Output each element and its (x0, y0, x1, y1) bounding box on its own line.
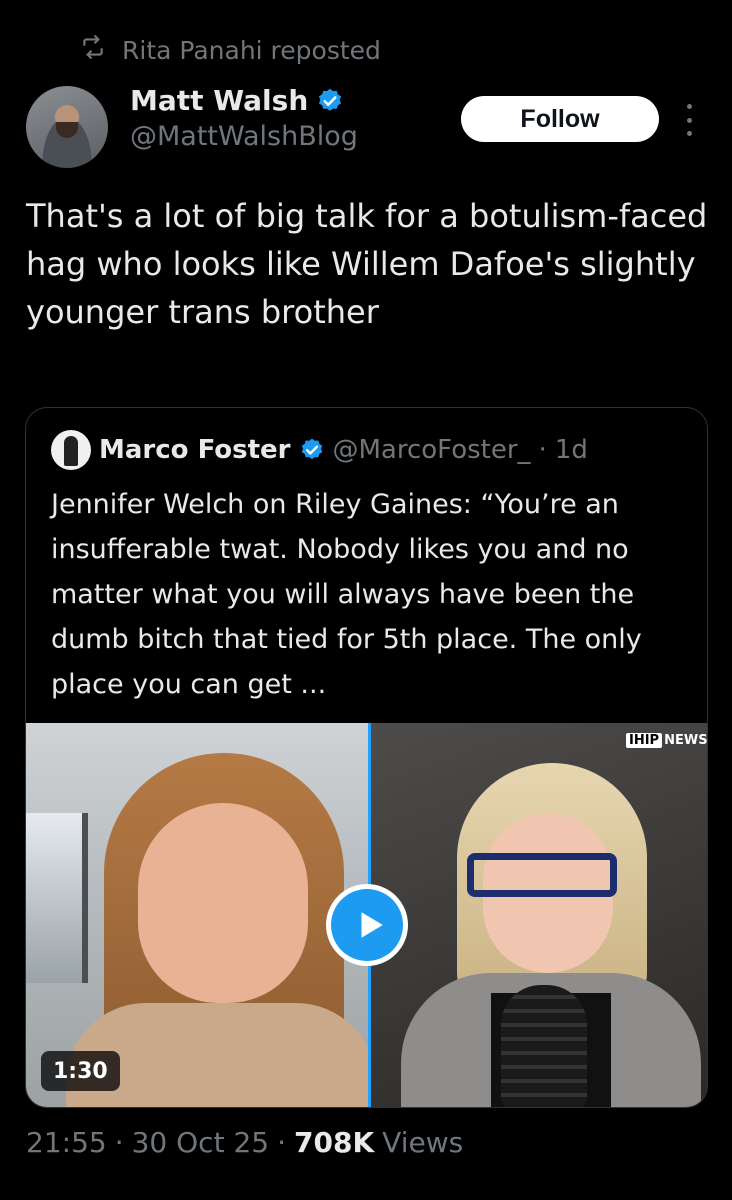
separator-dot: · (277, 1126, 286, 1159)
quote-text: Jennifer Welch on Riley Gaines: “You’re … (51, 489, 642, 700)
quote-timestamp[interactable]: 1d (555, 435, 588, 465)
verified-badge-icon (301, 438, 322, 460)
play-icon (361, 912, 383, 938)
post-time[interactable]: 21:55 (26, 1126, 107, 1159)
repost-text: Rita Panahi reposted (122, 35, 381, 65)
post-date[interactable]: 30 Oct 25 (132, 1126, 269, 1159)
video-frame-right (371, 723, 707, 1107)
quote-author-name[interactable]: Marco Foster (99, 435, 291, 465)
video-player[interactable]: IHIP NEWS 1:30 (26, 723, 707, 1107)
news-logo: IHIP NEWS (626, 733, 707, 748)
video-duration: 1:30 (41, 1051, 120, 1091)
views-label: Views (382, 1126, 464, 1159)
separator-dot: · (538, 435, 547, 465)
verified-badge-icon (319, 88, 342, 111)
quote-author-handle[interactable]: @MarcoFoster_ (333, 435, 531, 465)
tweet-text: That's a lot of big talk for a botulism-… (26, 197, 708, 331)
author-avatar[interactable] (26, 86, 108, 168)
retweet-icon (80, 34, 106, 66)
author-handle[interactable]: @MattWalshBlog (130, 121, 358, 152)
tweet-meta: 21:55 · 30 Oct 25 · 708K Views (26, 1126, 463, 1159)
microphone-image (501, 985, 587, 1107)
follow-button[interactable]: Follow (461, 96, 659, 142)
views-count: 708K (294, 1126, 375, 1159)
author-name[interactable]: Matt Walsh (130, 84, 308, 117)
quoted-tweet[interactable]: Marco Foster @MarcoFoster_ · 1d Jennifer… (25, 407, 708, 1108)
play-button[interactable] (326, 884, 408, 966)
repost-indicator[interactable]: Rita Panahi reposted (80, 34, 381, 66)
quote-author-avatar[interactable] (51, 430, 91, 470)
author-block: Matt Walsh @MattWalshBlog (130, 84, 358, 152)
quote-header: Marco Foster @MarcoFoster_ · 1d (51, 430, 588, 470)
separator-dot: · (114, 1126, 124, 1159)
more-options-icon[interactable] (683, 104, 695, 136)
